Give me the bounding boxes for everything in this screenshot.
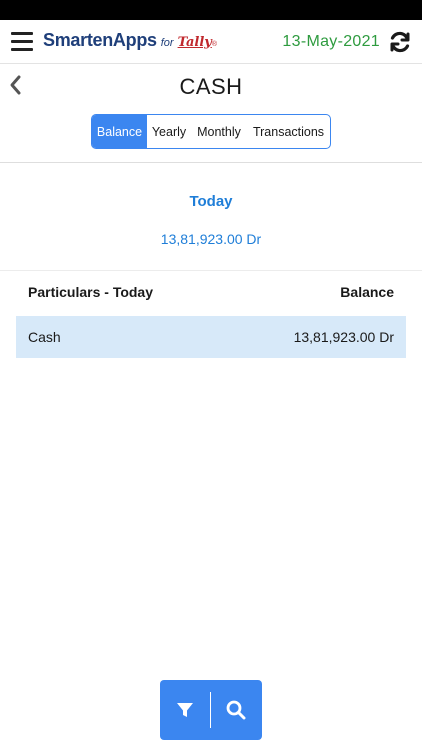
column-header-particulars: Particulars - Today — [28, 284, 154, 300]
page-title: CASH — [179, 74, 243, 99]
app-header: SmartenApps for Tally ® 13-May-2021 — [0, 20, 422, 64]
tab-balance[interactable]: Balance — [92, 115, 147, 148]
filter-icon — [177, 703, 193, 717]
status-bar — [0, 0, 422, 20]
brand-tally: Tally — [177, 35, 212, 50]
table-header: Particulars - Today Balance — [16, 284, 406, 304]
row-balance: 13,81,923.00 Dr — [293, 329, 394, 345]
search-button[interactable] — [211, 680, 261, 740]
divider — [0, 270, 422, 271]
brand-name: SmartenApps — [43, 30, 157, 50]
hamburger-menu-icon[interactable] — [11, 32, 33, 52]
view-tabs: Balance Yearly Monthly Transactions — [91, 114, 331, 149]
header-date: 13-May-2021 — [282, 33, 380, 50]
tab-monthly[interactable]: Monthly — [191, 115, 247, 148]
filter-button[interactable] — [160, 680, 210, 740]
table-row[interactable]: Cash 13,81,923.00 Dr — [16, 316, 406, 358]
column-header-balance: Balance — [340, 284, 394, 300]
title-bar: CASH — [0, 64, 422, 108]
brand-for: for — [160, 37, 174, 49]
search-icon — [226, 700, 246, 720]
brand-logo: SmartenApps for Tally ® — [43, 30, 217, 54]
tab-transactions[interactable]: Transactions — [247, 115, 330, 148]
summary-period-label: Today — [189, 193, 233, 210]
refresh-icon[interactable] — [388, 30, 412, 54]
row-particular: Cash — [28, 329, 61, 345]
summary-balance-value: 13,81,923.00 Dr — [160, 231, 262, 247]
divider — [0, 162, 422, 163]
brand-registered-mark: ® — [211, 41, 218, 48]
action-bar — [160, 680, 262, 740]
tab-yearly[interactable]: Yearly — [147, 115, 191, 148]
